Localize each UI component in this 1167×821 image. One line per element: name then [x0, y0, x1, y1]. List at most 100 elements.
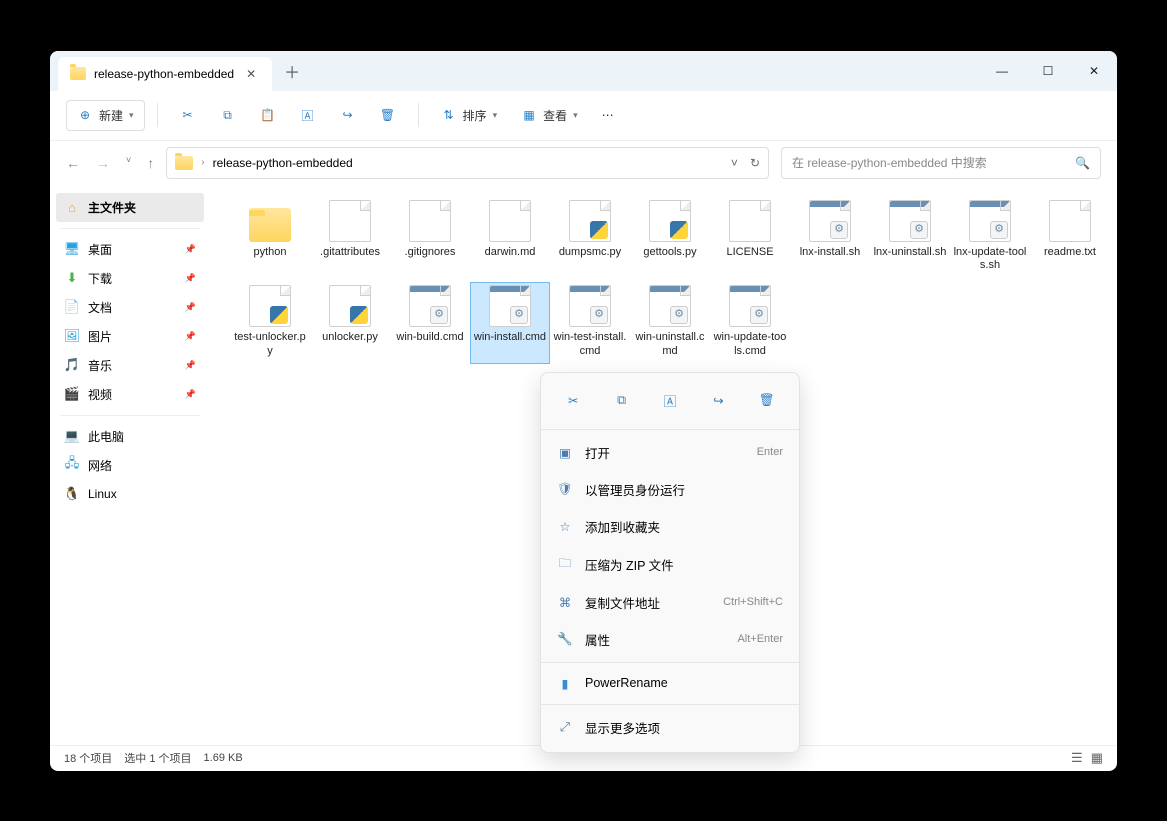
tab-active[interactable]: release-python-embedded ✕: [58, 57, 272, 91]
up-button[interactable]: ↑: [147, 155, 154, 171]
ctx-copy-path[interactable]: ⌘ 复制文件地址 Ctrl+Shift+C: [541, 584, 799, 621]
blank-file-icon: [1049, 200, 1091, 242]
address-bar[interactable]: › release-python-embedded ˅ ↻: [166, 147, 769, 179]
sidebar-label: 主文件夹: [88, 199, 136, 216]
file-item[interactable]: readme.txt: [1030, 197, 1110, 279]
more-button[interactable]: ⋯: [592, 102, 624, 128]
network-icon: 🖧: [64, 457, 80, 473]
desktop-icon: 🖥: [64, 241, 80, 257]
gear-file-icon: [809, 200, 851, 242]
ctx-show-more[interactable]: ⤢ 显示更多选项: [541, 709, 799, 746]
file-label: win-test-install.cmd: [553, 331, 627, 359]
file-item[interactable]: lnx-update-tools.sh: [950, 197, 1030, 279]
copy-button[interactable]: ⧉: [210, 101, 246, 129]
music-icon: 🎵: [64, 357, 80, 373]
sidebar-item-network[interactable]: 🖧网络: [50, 451, 210, 480]
blank-file-icon: [409, 200, 451, 242]
sidebar-label: 视频: [88, 386, 112, 403]
tab-close-button[interactable]: ✕: [242, 65, 260, 83]
gear-file-icon: [729, 285, 771, 327]
file-item[interactable]: LICENSE: [710, 197, 790, 279]
back-button[interactable]: ←: [66, 155, 80, 171]
separator: [60, 415, 200, 416]
sidebar-item-music[interactable]: 🎵音乐📌: [50, 351, 210, 380]
sidebar-label: 音乐: [88, 357, 112, 374]
ctx-shortcut: Ctrl+Shift+C: [723, 596, 783, 608]
forward-button[interactable]: →: [96, 155, 110, 171]
sidebar-item-downloads[interactable]: ⬇下载📌: [50, 264, 210, 293]
sidebar-item-pictures[interactable]: 🖼图片📌: [50, 322, 210, 351]
file-item[interactable]: unlocker.py: [310, 282, 390, 364]
ctx-delete-button[interactable]: 🗑: [751, 385, 783, 417]
close-button[interactable]: ✕: [1071, 51, 1117, 91]
sidebar-item-linux[interactable]: 🐧Linux: [50, 480, 210, 508]
ctx-power-rename[interactable]: ▮ PowerRename: [541, 667, 799, 700]
file-item[interactable]: win-build.cmd: [390, 282, 470, 364]
file-item[interactable]: gettools.py: [630, 197, 710, 279]
ctx-properties[interactable]: 🔧 属性 Alt+Enter: [541, 621, 799, 658]
ctx-compress-zip[interactable]: 🗀 压缩为 ZIP 文件: [541, 545, 799, 584]
maximize-button[interactable]: ☐: [1025, 51, 1071, 91]
sort-label: 排序: [463, 107, 487, 124]
sidebar-item-videos[interactable]: 🎬 视频 📌: [50, 380, 210, 409]
chevron-down-icon[interactable]: ˅: [731, 156, 738, 170]
trash-icon: 🗑: [759, 393, 775, 408]
file-item[interactable]: win-uninstall.cmd: [630, 282, 710, 364]
file-item[interactable]: win-install.cmd: [470, 282, 550, 364]
ctx-rename-button[interactable]: 🄰: [654, 385, 686, 417]
file-item[interactable]: .gitignores: [390, 197, 470, 279]
file-item[interactable]: lnx-uninstall.sh: [870, 197, 950, 279]
file-item[interactable]: win-test-install.cmd: [550, 282, 630, 364]
chevron-down-icon: ▾: [573, 110, 578, 121]
ctx-cut-button[interactable]: ✂: [557, 385, 589, 417]
separator: [541, 662, 799, 663]
share-icon: ↪: [713, 393, 723, 408]
file-grid: python.gitattributes.gitignoresdarwin.md…: [230, 197, 1117, 364]
paste-button[interactable]: 📋: [250, 101, 286, 129]
sidebar-item-documents[interactable]: 📄文档📌: [50, 293, 210, 322]
refresh-button[interactable]: ↻: [750, 156, 760, 170]
delete-button[interactable]: 🗑: [370, 101, 406, 129]
ctx-shortcut: Alt+Enter: [737, 633, 783, 645]
icons-view-button[interactable]: ▦: [1091, 750, 1103, 766]
ctx-open[interactable]: ▣ 打开 Enter: [541, 434, 799, 471]
file-item[interactable]: dumpsmc.py: [550, 197, 630, 279]
pin-icon: 📌: [185, 389, 196, 400]
file-label: gettools.py: [643, 246, 696, 260]
videos-icon: 🎬: [64, 386, 80, 402]
ctx-label: 显示更多选项: [585, 718, 660, 737]
minimize-button[interactable]: —: [979, 51, 1025, 91]
share-button[interactable]: ↪: [330, 101, 366, 129]
view-button[interactable]: ▦ 查看 ▾: [511, 101, 588, 130]
py-file-icon: [329, 285, 371, 327]
sort-button[interactable]: ⇅ 排序 ▾: [431, 101, 508, 130]
details-view-button[interactable]: ☰: [1071, 750, 1083, 766]
pc-icon: 💻: [64, 428, 80, 444]
new-button[interactable]: ⊕ 新建 ▾: [66, 100, 145, 131]
history-dropdown[interactable]: ˅: [126, 155, 131, 171]
cut-button[interactable]: ✂: [170, 101, 206, 129]
file-item[interactable]: lnx-install.sh: [790, 197, 870, 279]
sidebar-item-desktop[interactable]: 🖥桌面📌: [50, 235, 210, 264]
blank-file-icon: [489, 200, 531, 242]
file-item[interactable]: .gitattributes: [310, 197, 390, 279]
ctx-run-admin[interactable]: 🛡 以管理员身份运行: [541, 471, 799, 508]
ctx-copy-button[interactable]: ⧉: [606, 385, 638, 417]
file-item[interactable]: darwin.md: [470, 197, 550, 279]
sidebar-item-thispc[interactable]: 💻此电脑: [50, 422, 210, 451]
file-item[interactable]: win-update-tools.cmd: [710, 282, 790, 364]
chevron-right-icon: ›: [201, 157, 204, 168]
search-input[interactable]: 在 release-python-embedded 中搜索 🔍: [781, 147, 1101, 179]
linux-icon: 🐧: [64, 486, 80, 502]
new-tab-button[interactable]: ＋: [284, 59, 300, 83]
sidebar-item-home[interactable]: ⌂ 主文件夹: [56, 193, 204, 222]
rename-button[interactable]: 🄰: [290, 101, 326, 129]
file-item[interactable]: python: [230, 197, 310, 279]
file-item[interactable]: test-unlocker.py: [230, 282, 310, 364]
scissors-icon: ✂: [180, 107, 196, 123]
paste-icon: 📋: [260, 107, 276, 123]
blank-file-icon: [729, 200, 771, 242]
ctx-share-button[interactable]: ↪: [702, 385, 734, 417]
gear-file-icon: [969, 200, 1011, 242]
ctx-add-favorite[interactable]: ☆ 添加到收藏夹: [541, 508, 799, 545]
